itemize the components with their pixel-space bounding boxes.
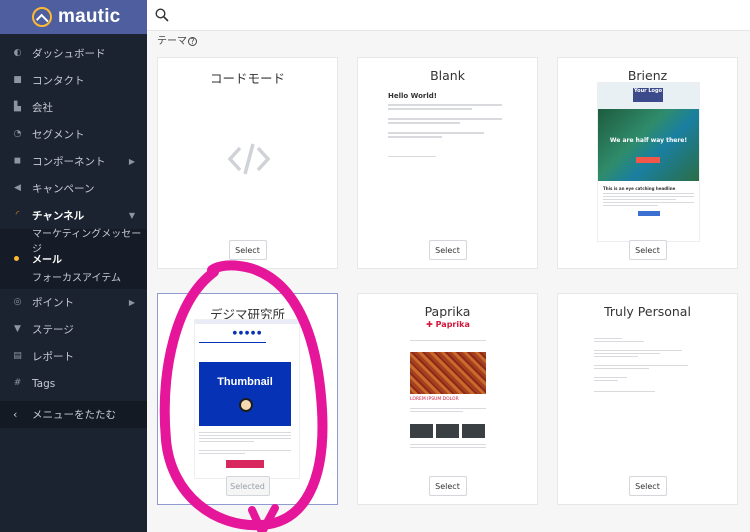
sidebar-item-emails[interactable]: メール [0, 249, 147, 267]
puzzle-icon: ◼ [13, 156, 22, 166]
theme-thumbnail: Hello World! [378, 84, 518, 204]
chevron-left-icon: ‹ [13, 408, 18, 421]
theme-picker: テーマ? コードモード Select Blank Hello World! Se… [147, 31, 750, 532]
nav-tags[interactable]: # Tags [0, 370, 147, 397]
nav-dashboard[interactable]: ◐ ダッシュボード [0, 40, 147, 67]
theme-title: Truly Personal [604, 304, 691, 319]
theme-card-code-mode[interactable]: コードモード Select [157, 57, 338, 269]
mautic-logo-icon [32, 7, 52, 27]
top-bar [147, 0, 750, 31]
select-button[interactable]: Select [228, 240, 267, 260]
filter-icon: ▼ [14, 324, 21, 334]
points-icon: ◎ [13, 297, 22, 307]
preview-caption: LOREM IPSUM DOLOR [410, 397, 459, 402]
help-icon[interactable]: ? [188, 37, 197, 46]
preview-headline: This is an eye catching headline [603, 186, 676, 191]
nav-contacts[interactable]: ■ コンタクト [0, 67, 147, 94]
sidebar-item-marketing-messages[interactable]: マーケティングメッセージ [0, 229, 147, 255]
chevron-right-icon: ▶ [128, 298, 135, 307]
theme-title: Brienz [627, 68, 668, 83]
theme-card-blank[interactable]: Blank Hello World! Select [357, 57, 538, 269]
nav-companies[interactable]: ▙ 会社 [0, 94, 147, 121]
theme-title: Paprika [424, 304, 471, 319]
nav-points[interactable]: ◎ ポイント ▶ [0, 289, 147, 316]
theme-thumbnail: Your Logo We are half way there! This is… [597, 82, 700, 242]
nav-reports[interactable]: ▤ レポート [0, 343, 147, 370]
nav-segments[interactable]: ◔ セグメント [0, 121, 147, 148]
building-icon: ▙ [14, 102, 21, 112]
mautic-logo[interactable]: mautic [0, 0, 147, 34]
theme-card-brienz[interactable]: Brienz Your Logo We are half way there! … [557, 57, 738, 269]
avatar-illustration [239, 398, 253, 412]
preview-heading: Hello World! [388, 92, 437, 100]
preview-hero-text: We are half way there! [609, 137, 688, 144]
theme-thumbnail [594, 336, 704, 436]
theme-card-paprika[interactable]: Paprika ✚ Paprika LOREM IPSUM DOLOR Sele… [357, 293, 538, 505]
section-label-theme: テーマ? [157, 32, 197, 47]
dashboard-icon: ◐ [13, 48, 22, 58]
preview-image [410, 352, 486, 394]
collapse-menu-button[interactable]: ‹ メニューをたたむ [0, 401, 147, 428]
theme-thumbnail: ● ● ● ● ● Thumbnail [194, 319, 300, 479]
sidebar-item-focus-items[interactable]: フォーカスアイテム [0, 267, 147, 285]
code-icon [227, 143, 271, 175]
chevron-down-icon: ▼ [128, 211, 135, 220]
chevron-right-icon: ▶ [128, 157, 135, 166]
search-icon[interactable] [155, 8, 169, 22]
preview-logo: Your Logo [633, 88, 663, 102]
megaphone-icon: ◀ [14, 183, 21, 193]
preview-hero-text: Thumbnail [217, 376, 273, 388]
selected-button[interactable]: Selected [225, 476, 270, 496]
nav-campaigns[interactable]: ◀ キャンペーン [0, 175, 147, 202]
report-icon: ▤ [13, 351, 22, 361]
contacts-icon: ■ [13, 75, 22, 85]
select-button[interactable]: Select [628, 240, 667, 260]
sidebar: mautic ◐ ダッシュボード ■ コンタクト ▙ 会社 ◔ セグメント ◼ コンポーネ… [0, 0, 147, 532]
nav-components[interactable]: ◼ コンポーネント ▶ [0, 148, 147, 175]
select-button[interactable]: Select [428, 476, 467, 496]
theme-thumbnail: ✚ Paprika LOREM IPSUM DOLOR [398, 318, 498, 478]
hash-icon: # [13, 378, 22, 388]
theme-card-truly-personal[interactable]: Truly Personal Select [557, 293, 738, 505]
theme-title: Blank [430, 68, 465, 83]
theme-title: コードモード [209, 71, 285, 86]
main-nav-lower: ◎ ポイント ▶ ▼ ステージ ▤ レポート # Tags [0, 289, 147, 397]
pie-chart-icon: ◔ [13, 129, 22, 139]
select-button[interactable]: Select [428, 240, 467, 260]
main-nav: ◐ ダッシュボード ■ コンタクト ▙ 会社 ◔ セグメント ◼ コンポーネント ▶ ◀ キャ… [0, 34, 147, 229]
channels-submenu: マーケティングメッセージ メール フォーカスアイテム [0, 229, 147, 289]
nav-stages[interactable]: ▼ ステージ [0, 316, 147, 343]
theme-card-dejima[interactable]: デジマ研究所 ● ● ● ● ● Thumbnail Selected [157, 293, 338, 505]
app-name: mautic [58, 6, 121, 27]
rss-icon: ◜ [15, 210, 20, 220]
select-button[interactable]: Select [628, 476, 667, 496]
preview-logo: ✚ Paprika [426, 320, 470, 329]
